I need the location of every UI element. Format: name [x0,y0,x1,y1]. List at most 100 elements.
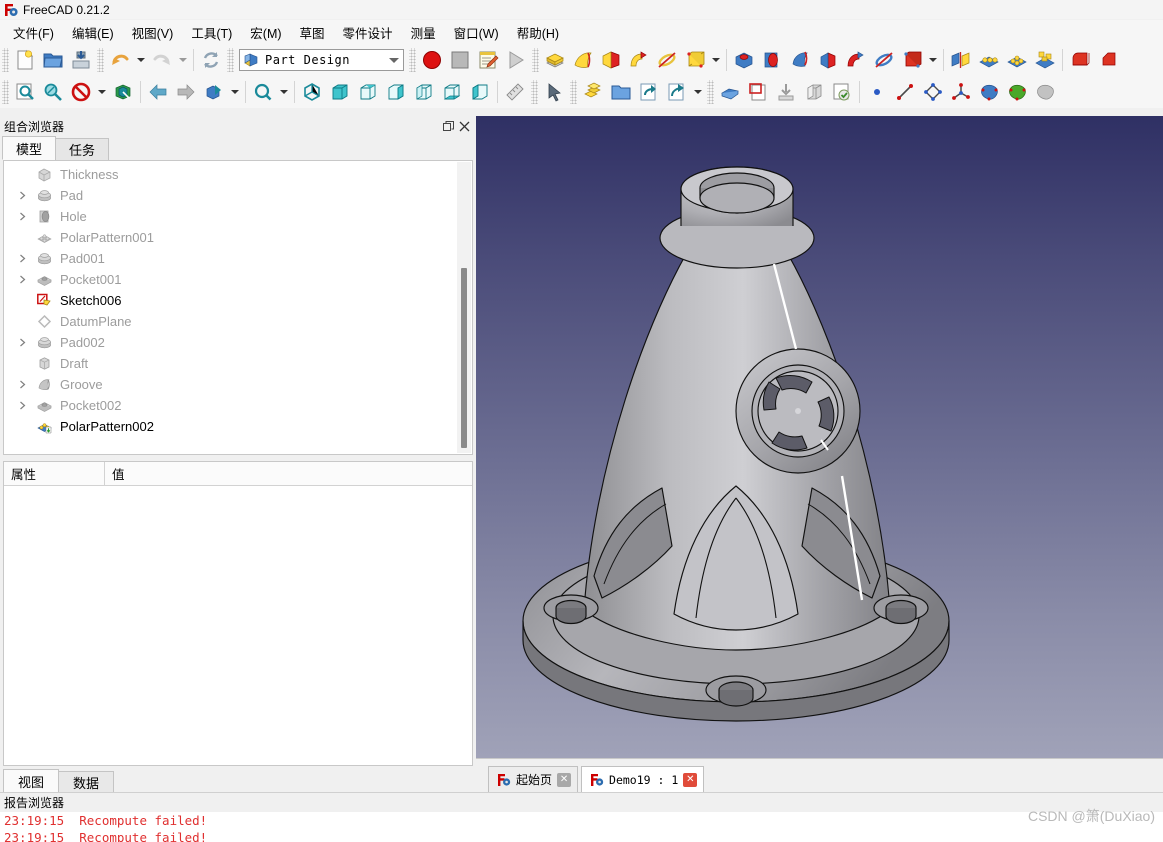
toolbar-grip-workbench[interactable] [227,48,234,72]
tree-item-pad001[interactable]: Pad001 [4,248,472,269]
macro-stop-icon[interactable] [446,46,474,74]
tree-item-polarpattern001[interactable]: PolarPattern001 [4,227,472,248]
refresh-icon[interactable] [197,46,225,74]
menu-window[interactable]: 窗口(W) [445,20,508,45]
pocket-icon[interactable] [730,46,758,74]
redo-icon[interactable] [148,46,176,74]
save-document-icon[interactable] [67,46,95,74]
link-actions-dropdown-icon[interactable] [691,78,705,106]
create-sketch-icon[interactable] [716,78,744,106]
workbench-selector[interactable]: Part Design [239,49,404,71]
subtractive-loft-icon[interactable] [814,46,842,74]
expand-arrow-icon[interactable] [15,212,29,221]
toolbar-grip-file[interactable] [2,48,9,72]
model-tree[interactable]: Thickness Pad Hole PolarPattern001 Pad001 Poc… [3,160,473,455]
expand-arrow-icon[interactable] [15,254,29,263]
point-icon[interactable] [863,78,891,106]
draw-style-icon[interactable] [67,78,95,106]
menu-part-design[interactable]: 零件设计 [334,20,402,45]
rear-view-icon[interactable] [410,78,438,106]
close-icon[interactable]: ✕ [557,772,572,787]
nav-forward-icon[interactable] [172,78,200,106]
toolbar-grip-edit[interactable] [97,48,104,72]
create-part-icon[interactable] [579,78,607,106]
nav-back-icon[interactable] [144,78,172,106]
menu-file[interactable]: 文件(F) [4,20,63,45]
linear-pattern-icon[interactable] [975,46,1003,74]
chevron-down-icon[interactable] [389,57,399,63]
tree-scrollbar[interactable] [457,162,471,453]
tree-item-pocket002[interactable]: Pocket002 [4,395,472,416]
view-section-icon[interactable] [800,78,828,106]
macro-record-icon[interactable] [418,46,446,74]
tree-item-sketch006[interactable]: Sketch006 [4,290,472,311]
report-view-log[interactable]: 23:19:15 Recompute failed! 23:19:15 Recom… [0,812,1163,842]
fillet-icon[interactable] [1066,46,1094,74]
link-actions-icon[interactable] [663,78,691,106]
pad-icon[interactable] [541,46,569,74]
chamfer-icon[interactable] [1094,46,1122,74]
menu-sketch[interactable]: 草图 [291,20,334,45]
undo-dropdown-icon[interactable] [134,46,148,74]
multi-transform-icon[interactable] [1031,46,1059,74]
additive-pipe-icon[interactable] [625,46,653,74]
fit-selection-icon[interactable] [39,78,67,106]
datum-line-icon[interactable] [947,78,975,106]
line-icon[interactable] [891,78,919,106]
shape-green-icon[interactable] [1003,78,1031,106]
tree-item-thickness[interactable]: Thickness [4,164,472,185]
toolbar-grip-select[interactable] [531,80,538,104]
additive-loft-icon[interactable] [597,46,625,74]
toolbar-grip-structure[interactable] [570,80,577,104]
tree-item-datumplane[interactable]: DatumPlane [4,311,472,332]
3d-view[interactable] [476,116,1163,758]
toolbar-grip-sketch[interactable] [707,80,714,104]
toolbar-grip-additive[interactable] [532,48,539,72]
tree-item-hole[interactable]: Hole [4,206,472,227]
std-view-icon[interactable] [200,78,228,106]
selection-view-icon[interactable] [109,78,137,106]
expand-arrow-icon[interactable] [15,275,29,284]
polyline-icon[interactable] [919,78,947,106]
tab-data[interactable]: 数据 [58,771,115,792]
subtractive-pipe-icon[interactable] [842,46,870,74]
menu-measure[interactable]: 测量 [402,20,445,45]
polar-pattern-icon[interactable] [1003,46,1031,74]
expand-arrow-icon[interactable] [15,338,29,347]
draw-style-dropdown-icon[interactable] [95,78,109,106]
revolution-icon[interactable] [569,46,597,74]
expand-arrow-icon[interactable] [15,380,29,389]
menu-view[interactable]: 视图(V) [123,20,183,45]
pointer-select-icon[interactable] [540,78,568,106]
undock-icon[interactable] [440,118,456,134]
tree-item-pocket001[interactable]: Pocket001 [4,269,472,290]
create-group-icon[interactable] [607,78,635,106]
top-view-icon[interactable] [354,78,382,106]
std-view-dropdown-icon[interactable] [228,78,242,106]
menu-help[interactable]: 帮助(H) [508,20,568,45]
subtractive-helix-icon[interactable] [870,46,898,74]
shape-blue-icon[interactable] [975,78,1003,106]
link-make-icon[interactable] [635,78,663,106]
doc-tab-start-page[interactable]: 起始页 ✕ [488,766,579,792]
redo-dropdown-icon[interactable] [176,46,190,74]
menu-macro[interactable]: 宏(M) [241,20,290,45]
undo-icon[interactable] [106,46,134,74]
additive-primitive-icon[interactable] [681,46,709,74]
tab-tasks[interactable]: 任务 [55,138,110,160]
menu-tools[interactable]: 工具(T) [182,20,241,45]
shape-grey-icon[interactable] [1031,78,1059,106]
hole-icon[interactable] [758,46,786,74]
measure-icon[interactable] [501,78,529,106]
attach-sketch-icon[interactable] [772,78,800,106]
additive-primitive-dropdown-icon[interactable] [709,46,723,74]
toolbar-grip-macro[interactable] [409,48,416,72]
property-editor[interactable]: 属性 值 [3,461,473,766]
macro-edit-icon[interactable] [474,46,502,74]
edit-sketch-icon[interactable] [744,78,772,106]
toolbar-grip-view[interactable] [2,80,9,104]
tab-model[interactable]: 模型 [2,136,57,160]
left-view-icon[interactable] [466,78,494,106]
mirrored-icon[interactable] [947,46,975,74]
tree-item-draft[interactable]: Draft [4,353,472,374]
